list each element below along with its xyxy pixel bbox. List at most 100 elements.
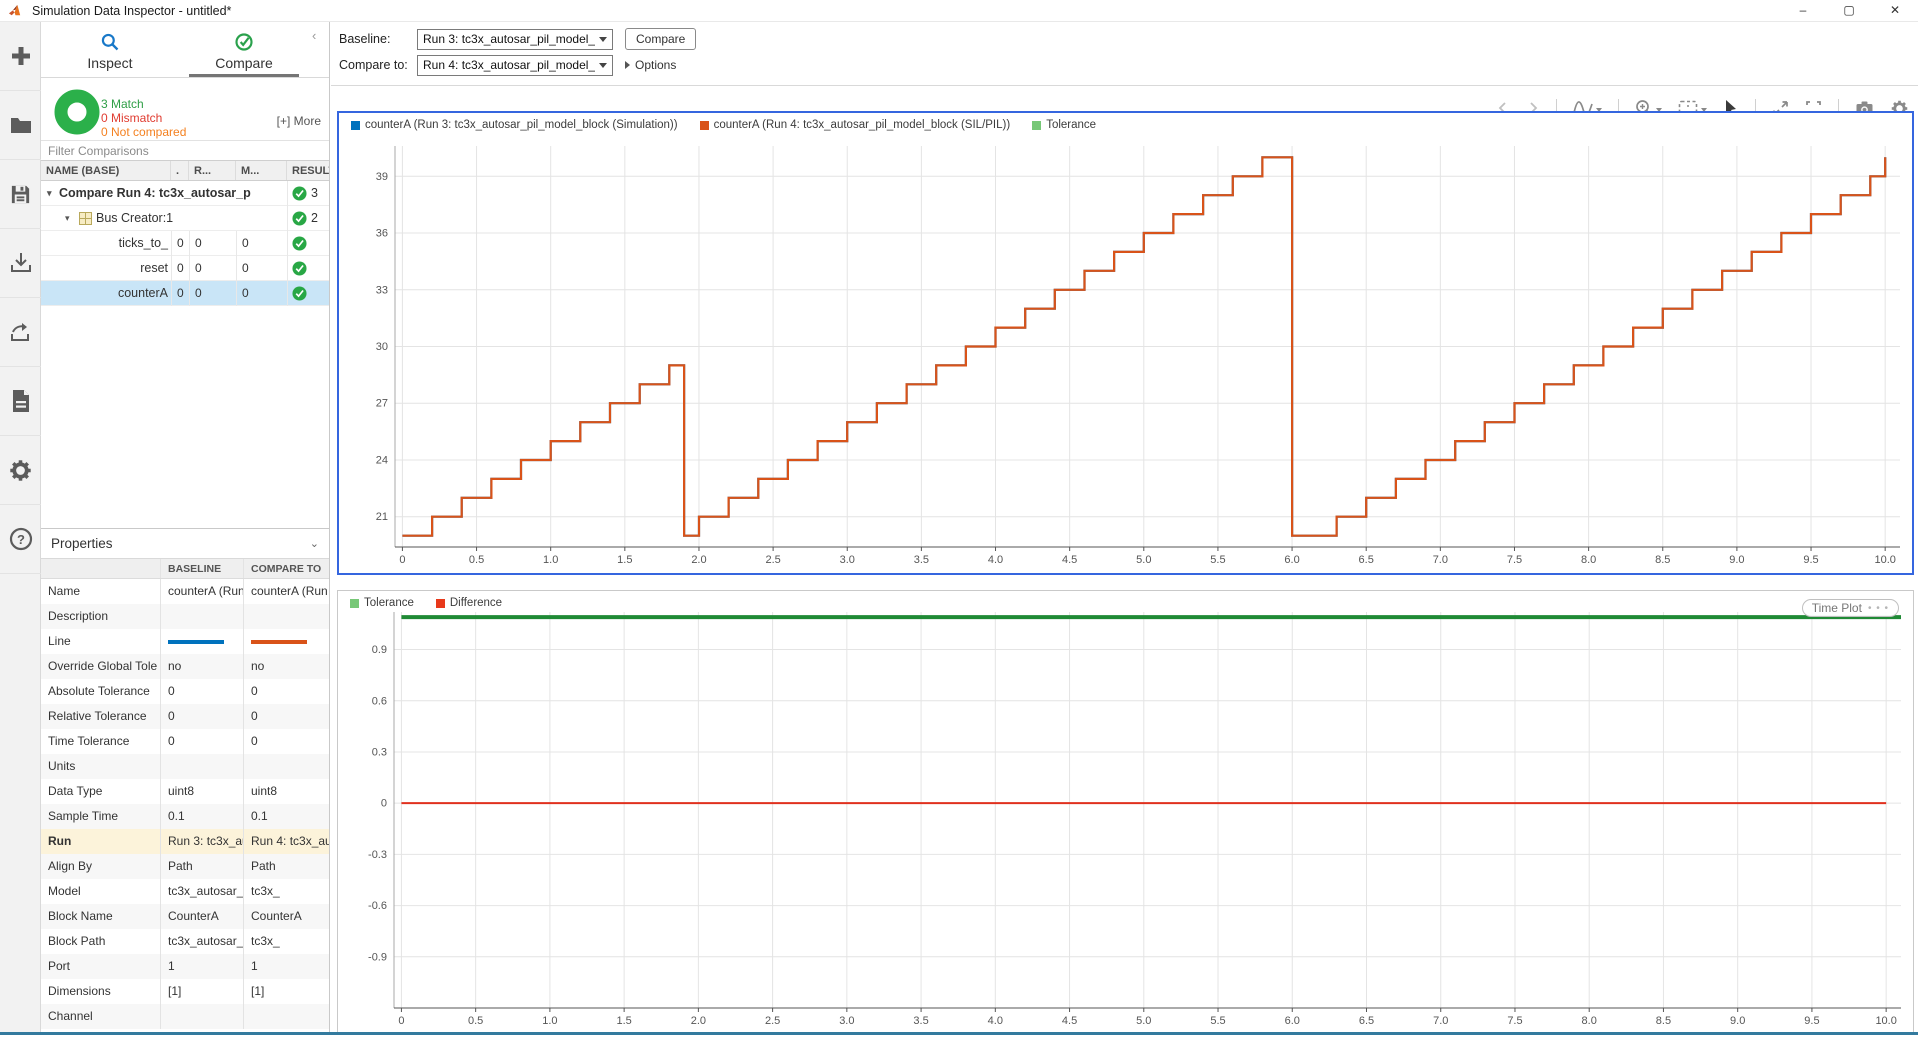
svg-text:0: 0	[398, 1015, 404, 1027]
svg-text:39: 39	[376, 171, 388, 183]
table-row[interactable]: ticks_to_000	[41, 231, 329, 256]
column-header[interactable]: RESULT	[287, 161, 329, 180]
expander-icon[interactable]: ▾	[65, 206, 77, 231]
collapse-panel-chevron-icon[interactable]: ‹	[312, 28, 316, 43]
property-row[interactable]: Dimensions[1][1]	[41, 979, 329, 1004]
property-label: Align By	[41, 854, 161, 879]
property-baseline-value: tc3x_autosar_p	[161, 929, 244, 954]
property-row[interactable]: Line	[41, 629, 329, 654]
maximize-button[interactable]: ▢	[1826, 0, 1872, 22]
signals-time-plot-canvas[interactable]: 00.51.01.52.02.53.03.54.04.55.05.56.06.5…	[339, 113, 1912, 573]
svg-text:0: 0	[399, 554, 405, 566]
report-button[interactable]	[0, 367, 41, 436]
legend-item[interactable]: Tolerance	[1032, 119, 1096, 131]
compare-toolbar: Baseline: Run 3: tc3x_autosar_pil_model_…	[331, 22, 1918, 86]
compare-to-select[interactable]: Run 4: tc3x_autosar_pil_model_b	[417, 55, 613, 76]
svg-text:10.0: 10.0	[1875, 1015, 1896, 1027]
svg-text:4.5: 4.5	[1062, 554, 1077, 566]
table-row[interactable]: ▾Compare Run 4: tc3x_autosar_p3	[41, 181, 329, 206]
legend-swatch-icon	[1032, 121, 1041, 130]
legend-item[interactable]: Tolerance	[350, 597, 414, 609]
minimize-button[interactable]: –	[1780, 0, 1826, 22]
svg-text:7.0: 7.0	[1433, 554, 1448, 566]
properties-header[interactable]: Properties ⌄	[41, 529, 329, 559]
options-button[interactable]: Options	[625, 58, 676, 72]
property-row[interactable]: NamecounterA (RuncounterA (Run	[41, 579, 329, 604]
svg-text:9.5: 9.5	[1803, 554, 1818, 566]
svg-text:4.0: 4.0	[988, 1015, 1003, 1027]
legend-item[interactable]: Difference	[436, 597, 502, 609]
settings-button[interactable]	[0, 436, 41, 505]
expander-icon[interactable]: ▾	[47, 181, 59, 206]
property-compare-value: 0.1	[244, 804, 329, 829]
time-plot-badge[interactable]: Time Plot • • •	[1802, 599, 1899, 617]
property-row[interactable]: Time Tolerance00	[41, 729, 329, 754]
property-row[interactable]: Align ByPathPath	[41, 854, 329, 879]
property-row[interactable]: Modeltc3x_autosar_ptc3x_	[41, 879, 329, 904]
svg-text:4.5: 4.5	[1062, 1015, 1077, 1027]
open-folder-button[interactable]	[0, 91, 41, 160]
difference-plot-panel[interactable]: ToleranceDifference Time Plot • • • 00.5…	[337, 590, 1914, 1035]
property-row[interactable]: Block NameCounterACounterA	[41, 904, 329, 929]
legend-item[interactable]: counterA (Run 4: tc3x_autosar_pil_model_…	[700, 119, 1011, 131]
svg-text:1.0: 1.0	[542, 1015, 557, 1027]
svg-text:5.0: 5.0	[1136, 1015, 1151, 1027]
report-icon	[10, 389, 32, 413]
property-compare-value	[244, 1004, 329, 1029]
property-row[interactable]: Block Pathtc3x_autosar_ptc3x_	[41, 929, 329, 954]
tab-inspect[interactable]: Inspect	[55, 22, 165, 77]
svg-text:21: 21	[376, 511, 388, 523]
close-button[interactable]: ✕	[1872, 0, 1918, 22]
svg-text:36: 36	[376, 228, 388, 240]
export-button[interactable]	[0, 298, 41, 367]
column-header[interactable]: M...	[236, 161, 287, 180]
result-cell	[287, 281, 329, 306]
table-row[interactable]: counterA000	[41, 281, 329, 306]
table-row[interactable]: ▾Bus Creator:12	[41, 206, 329, 231]
column-header[interactable]: .	[171, 161, 189, 180]
column-header[interactable]: R...	[189, 161, 236, 180]
property-row[interactable]: Data Typeuint8uint8	[41, 779, 329, 804]
column-header[interactable]: NAME (BASE)	[41, 161, 171, 180]
property-row[interactable]: RunRun 3: tc3x_auRun 4: tc3x_au	[41, 829, 329, 854]
property-baseline-value: 0	[161, 704, 244, 729]
more-button[interactable]: [+] More	[277, 114, 321, 128]
property-compare-value: tc3x_	[244, 879, 329, 904]
table-row[interactable]: reset000	[41, 256, 329, 281]
property-row[interactable]: Channel	[41, 1004, 329, 1029]
tolerance-value: 0	[236, 281, 287, 306]
check-icon	[292, 286, 307, 301]
tolerance-value: 0	[171, 256, 189, 281]
legend-item[interactable]: counterA (Run 3: tc3x_autosar_pil_model_…	[351, 119, 678, 131]
tolerance-value: 0	[189, 281, 236, 306]
comparison-plot-panel[interactable]: counterA (Run 3: tc3x_autosar_pil_model_…	[337, 111, 1914, 575]
save-button[interactable]	[0, 160, 41, 229]
svg-text:0.5: 0.5	[469, 554, 484, 566]
settings-icon	[8, 458, 33, 483]
title-bar: Simulation Data Inspector - untitled* – …	[0, 0, 1918, 22]
view-tabs: Inspect Compare	[41, 22, 329, 78]
add-button[interactable]	[0, 22, 41, 91]
property-row[interactable]: Override Global Tolenono	[41, 654, 329, 679]
property-label: Name	[41, 579, 161, 604]
svg-text:27: 27	[376, 398, 388, 410]
tab-compare[interactable]: Compare	[189, 22, 299, 77]
property-row[interactable]: Units	[41, 754, 329, 779]
baseline-select[interactable]: Run 3: tc3x_autosar_pil_model_b	[417, 29, 613, 50]
compare-button[interactable]: Compare	[625, 28, 696, 50]
property-row[interactable]: Port11	[41, 954, 329, 979]
property-baseline-value: Path	[161, 854, 244, 879]
property-row[interactable]: Description	[41, 604, 329, 629]
property-baseline-value: 1	[161, 954, 244, 979]
property-row[interactable]: Sample Time0.10.1	[41, 804, 329, 829]
property-baseline-value: no	[161, 654, 244, 679]
signal-name: ticks_to_	[41, 231, 171, 256]
tolerance-value: 0	[236, 256, 287, 281]
difference-time-plot-canvas[interactable]: 00.51.01.52.02.53.03.54.04.55.05.56.06.5…	[338, 591, 1913, 1034]
svg-text:3.5: 3.5	[914, 554, 929, 566]
property-row[interactable]: Relative Tolerance00	[41, 704, 329, 729]
import-button[interactable]	[0, 229, 41, 298]
help-button[interactable]: ?	[0, 505, 41, 574]
filter-comparisons-input[interactable]	[41, 140, 329, 161]
property-row[interactable]: Absolute Tolerance00	[41, 679, 329, 704]
